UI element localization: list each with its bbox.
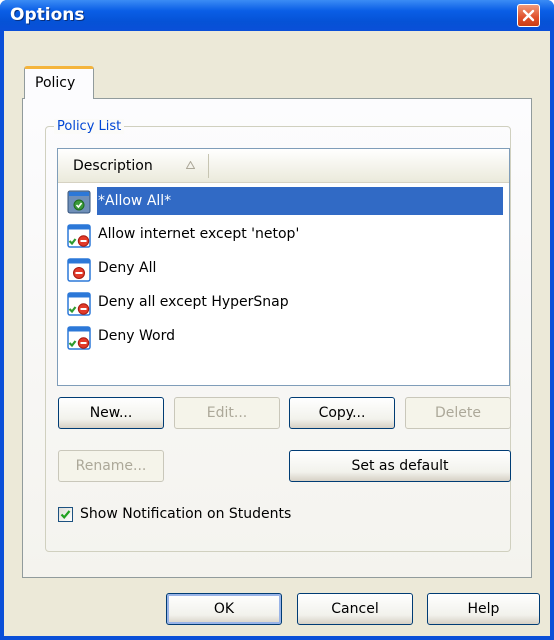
list-item-label: Deny Word xyxy=(98,328,175,344)
policy-list-group-label: Policy List xyxy=(54,119,125,134)
close-button[interactable] xyxy=(517,4,540,27)
ok-button[interactable]: OK xyxy=(166,593,282,625)
mixed-policy-icon xyxy=(67,292,91,320)
close-icon xyxy=(522,9,535,22)
window-title: Options xyxy=(10,5,85,25)
tab-policy[interactable]: Policy xyxy=(24,66,94,99)
show-notification-label[interactable]: Show Notification on Students xyxy=(80,506,291,522)
list-item-label: Deny all except HyperSnap xyxy=(98,294,289,310)
list-item[interactable]: Deny Word xyxy=(58,321,509,353)
list-item-label: Allow internet except 'netop' xyxy=(98,226,300,242)
list-item-label: *Allow All* xyxy=(97,187,503,215)
column-separator[interactable] xyxy=(208,154,209,178)
rename-button[interactable]: Rename... xyxy=(58,450,164,482)
mixed-policy-icon xyxy=(67,326,91,354)
edit-button[interactable]: Edit... xyxy=(174,397,280,429)
list-item[interactable]: *Allow All* xyxy=(58,185,509,217)
checkmark-icon xyxy=(60,510,71,519)
mixed-policy-icon xyxy=(67,224,91,252)
set-as-default-button[interactable]: Set as default xyxy=(289,450,511,482)
title-bar[interactable]: Options xyxy=(0,0,554,31)
show-notification-checkbox[interactable] xyxy=(58,507,73,522)
deny-policy-icon xyxy=(67,258,91,286)
list-item[interactable]: Allow internet except 'netop' xyxy=(58,219,509,251)
new-button[interactable]: New... xyxy=(58,397,164,429)
copy-button[interactable]: Copy... xyxy=(289,397,395,429)
policy-list-view[interactable]: Description *Allow All* Allow internet e… xyxy=(57,148,510,386)
list-item[interactable]: Deny all except HyperSnap xyxy=(58,287,509,319)
tab-policy-label: Policy xyxy=(35,75,76,91)
cancel-button[interactable]: Cancel xyxy=(297,593,413,625)
help-button[interactable]: Help xyxy=(427,593,540,625)
list-item-label: Deny All xyxy=(98,260,157,276)
list-item[interactable]: Deny All xyxy=(58,253,509,285)
description-column-label: Description xyxy=(73,158,153,174)
list-header: Description xyxy=(58,149,509,183)
sort-ascending-icon xyxy=(186,161,195,169)
delete-button[interactable]: Delete xyxy=(405,397,511,429)
allow-policy-icon xyxy=(67,190,91,218)
description-column-header[interactable]: Description xyxy=(58,149,208,182)
